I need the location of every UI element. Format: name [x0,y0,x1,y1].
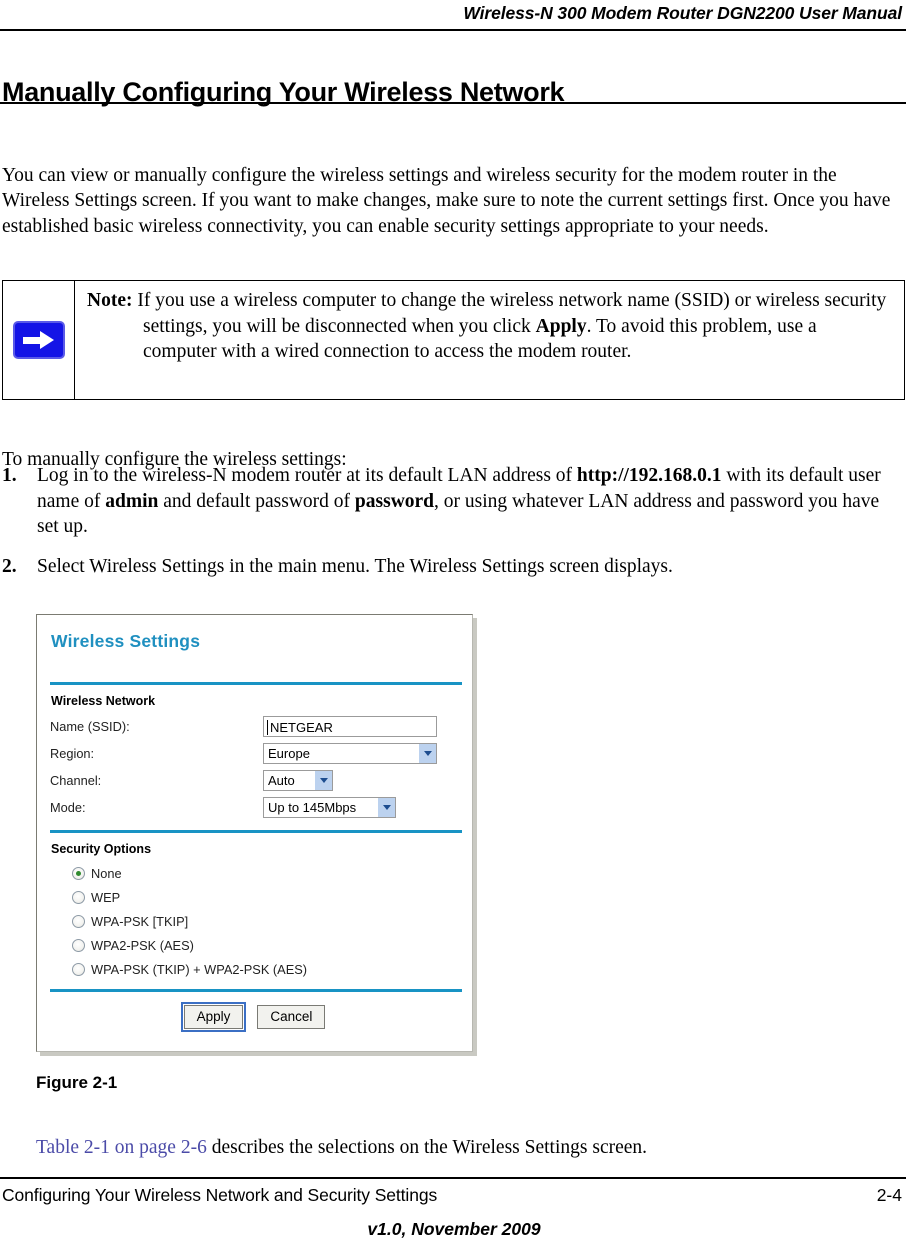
security-option-wpa-psk-tkip-plus-wpa2-psk-aes[interactable]: WPA-PSK (TKIP) + WPA2-PSK (AES) [72,957,459,981]
ui-page-title: Wireless Settings [51,631,201,651]
step-number: 1. [2,465,17,486]
ui-label-mode: Mode: [50,800,86,815]
header-rule [0,29,906,31]
footer-page-number: 2-4 [876,1185,902,1205]
security-option-wpa2-psk-aes[interactable]: WPA2-PSK (AES) [72,933,459,957]
step-text: Select Wireless Settings in the main men… [37,554,897,580]
step-1-bold-admin: admin [105,490,159,512]
step-2-part1: Select Wireless Settings in the main men… [37,555,673,577]
footer-rule [0,1177,906,1179]
note-callout: Note: If you use a wireless computer to … [2,280,905,400]
ui-label-ssid: Name (SSID): [50,719,130,734]
list-item: 1. Log in to the wireless-N modem router… [2,463,897,540]
text-caret [267,720,268,735]
step-1-bold-password: password [354,490,435,512]
ui-divider-bottom [50,989,462,992]
cross-reference-link[interactable]: Table 2-1 on page 2-6 [36,1137,207,1158]
step-1-part1: Log in to the wireless-N modem router at… [37,465,577,486]
channel-dropdown[interactable]: Auto [263,770,333,791]
region-dropdown[interactable]: Europe [263,743,437,764]
intro-paragraph: You can view or manually configure the w… [2,164,891,237]
figure-shadow-bottom [40,1052,477,1056]
ssid-input[interactable]: NETGEAR [263,716,437,737]
radio-icon[interactable] [72,938,85,952]
ui-label-channel: Channel: [50,773,102,788]
figure-wireless-settings-screenshot: Wireless Settings Wireless Network Name … [36,614,477,1056]
figure-caption: Figure 2-1 [36,1073,118,1092]
ui-field-row-ssid: Name (SSID): NETGEAR [50,713,459,740]
ui-divider-middle [50,830,462,833]
figure-frame: Wireless Settings Wireless Network Name … [36,614,473,1052]
ssid-input-value: NETGEAR [270,720,333,735]
arrow-head [39,331,54,349]
list-item: 2. Select Wireless Settings in the main … [2,554,897,580]
security-option-none[interactable]: None [72,861,459,885]
note-bold-apply: Apply [535,315,587,337]
step-1-bold-url: http://192.168.0.1 [576,465,722,486]
radio-icon-selected[interactable] [72,866,85,880]
step-text: Log in to the wireless-N modem router at… [37,463,897,540]
security-option-label: WPA-PSK (TKIP) + WPA2-PSK (AES) [91,961,308,977]
note-icon-cell [3,281,75,399]
security-option-wep[interactable]: WEP [72,885,459,909]
note-label: Note: [87,290,133,311]
radio-icon[interactable] [72,962,85,976]
security-option-label: WPA-PSK [TKIP] [91,913,189,929]
apply-button[interactable]: Apply [180,1002,247,1032]
security-option-label: WPA2-PSK (AES) [91,937,194,953]
numbered-steps: 1. Log in to the wireless-N modem router… [2,463,897,593]
step-1-part3: and default password of [158,490,355,512]
mode-dropdown[interactable]: Up to 145Mbps [263,797,396,818]
security-option-label: None [91,865,122,881]
after-figure-rest: describes the selections on the Wireless… [206,1136,648,1158]
running-header: Wireless-N 300 Modem Router DGN2200 User… [0,0,908,28]
channel-dropdown-value: Auto [268,773,295,788]
ui-field-row-region: Region: Europe [50,740,459,767]
ui-button-bar: Apply Cancel [50,1002,459,1032]
chevron-glyph [319,778,328,783]
region-dropdown-value: Europe [268,746,310,761]
figure-shadow-right [473,618,477,1056]
footer-chapter-title: Configuring Your Wireless Network and Se… [2,1185,438,1205]
ui-divider-top [50,682,462,685]
note-body: Note: If you use a wireless computer to … [87,288,894,365]
chevron-glyph [382,805,391,810]
security-option-label: WEP [91,889,121,905]
ui-field-row-channel: Channel: Auto [50,767,459,794]
footer-version: v1.0, November 2009 [367,1219,541,1239]
ui-group-wireless-network-label: Wireless Network [51,694,156,708]
cancel-button[interactable]: Cancel [257,1005,326,1029]
step-number: 2. [2,555,17,577]
ui-field-row-mode: Mode: Up to 145Mbps [50,794,459,821]
ui-label-region: Region: [50,746,95,761]
router-admin-ui: Wireless Settings Wireless Network Name … [37,615,472,1051]
after-figure-paragraph: Table 2-1 on page 2-6 describes the sele… [36,1135,896,1161]
chevron-glyph [423,751,432,756]
title-rule [0,102,906,104]
note-text-cell: Note: If you use a wireless computer to … [75,281,904,399]
running-header-title: Wireless-N 300 Modem Router DGN2200 User… [463,3,902,23]
radio-icon[interactable] [72,914,85,928]
blue-right-arrow-icon [12,321,65,359]
chevron-down-icon[interactable] [418,744,436,763]
radio-icon[interactable] [72,890,85,904]
security-option-wpa-psk-tkip[interactable]: WPA-PSK [TKIP] [72,909,459,933]
chevron-down-icon[interactable] [377,798,395,817]
ui-group-security-options-label: Security Options [51,842,152,856]
chevron-down-icon[interactable] [314,771,332,790]
mode-dropdown-value: Up to 145Mbps [268,800,357,815]
